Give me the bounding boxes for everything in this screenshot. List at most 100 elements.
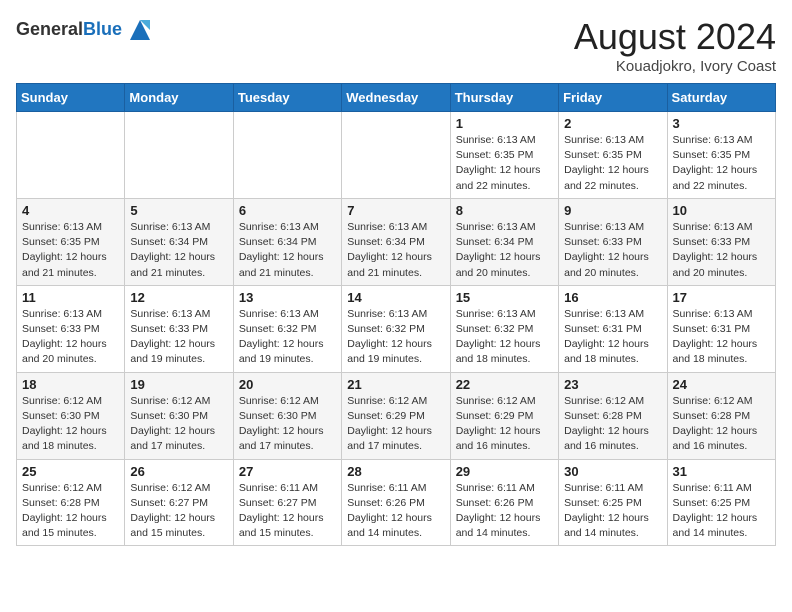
day-info: Sunrise: 6:13 AM Sunset: 6:32 PM Dayligh… — [347, 307, 444, 368]
day-number: 19 — [130, 377, 227, 392]
calendar-cell: 13 Sunrise: 6:13 AM Sunset: 6:32 PM Dayli… — [233, 285, 341, 372]
calendar-cell: 23 Sunrise: 6:12 AM Sunset: 6:28 PM Dayli… — [559, 372, 667, 459]
day-number: 17 — [673, 290, 770, 305]
calendar-table: SundayMondayTuesdayWednesdayThursdayFrid… — [16, 83, 776, 546]
calendar-week-row: 1 Sunrise: 6:13 AM Sunset: 6:35 PM Daylig… — [17, 112, 776, 199]
calendar-cell: 27 Sunrise: 6:11 AM Sunset: 6:27 PM Dayli… — [233, 459, 341, 546]
day-info: Sunrise: 6:13 AM Sunset: 6:34 PM Dayligh… — [456, 220, 553, 281]
calendar-cell: 12 Sunrise: 6:13 AM Sunset: 6:33 PM Dayli… — [125, 285, 233, 372]
day-number: 13 — [239, 290, 336, 305]
calendar-cell: 26Sunrise: 6:12 AM Sunset: 6:27 PM Dayli… — [125, 459, 233, 546]
day-number: 1 — [456, 116, 553, 131]
day-info: Sunrise: 6:13 AM Sunset: 6:33 PM Dayligh… — [130, 307, 227, 368]
calendar-cell: 3 Sunrise: 6:13 AM Sunset: 6:35 PM Daylig… — [667, 112, 775, 199]
day-number: 3 — [673, 116, 770, 131]
calendar-cell: 24Sunrise: 6:12 AM Sunset: 6:28 PM Dayli… — [667, 372, 775, 459]
day-info: Sunrise: 6:11 AM Sunset: 6:26 PM Dayligh… — [456, 481, 553, 542]
sub-title: Kouadjokro, Ivory Coast — [574, 58, 776, 75]
day-info: Sunrise: 6:13 AM Sunset: 6:35 PM Dayligh… — [673, 133, 770, 194]
calendar-cell: 15 Sunrise: 6:13 AM Sunset: 6:32 PM Dayli… — [450, 285, 558, 372]
day-info: Sunrise: 6:12 AM Sunset: 6:28 PM Dayligh… — [564, 394, 661, 455]
day-number: 27 — [239, 464, 336, 479]
logo-blue: Blue — [83, 19, 122, 39]
calendar-cell: 18Sunrise: 6:12 AM Sunset: 6:30 PM Dayli… — [17, 372, 125, 459]
day-number: 2 — [564, 116, 661, 131]
day-info: Sunrise: 6:13 AM Sunset: 6:32 PM Dayligh… — [239, 307, 336, 368]
day-number: 21 — [347, 377, 444, 392]
day-info: Sunrise: 6:13 AM Sunset: 6:31 PM Dayligh… — [564, 307, 661, 368]
calendar-cell: 11 Sunrise: 6:13 AM Sunset: 6:33 PM Dayli… — [17, 285, 125, 372]
calendar-cell: 20 Sunrise: 6:12 AM Sunset: 6:30 PM Dayli… — [233, 372, 341, 459]
day-info: Sunrise: 6:12 AM Sunset: 6:29 PM Dayligh… — [456, 394, 553, 455]
day-number: 9 — [564, 203, 661, 218]
calendar-cell: 8Sunrise: 6:13 AM Sunset: 6:34 PM Daylig… — [450, 198, 558, 285]
day-info: Sunrise: 6:11 AM Sunset: 6:25 PM Dayligh… — [673, 481, 770, 542]
day-number: 7 — [347, 203, 444, 218]
calendar-cell: 9Sunrise: 6:13 AM Sunset: 6:33 PM Daylig… — [559, 198, 667, 285]
day-info: Sunrise: 6:13 AM Sunset: 6:34 PM Dayligh… — [239, 220, 336, 281]
day-of-week-header: Wednesday — [342, 84, 450, 112]
calendar-cell: 7 Sunrise: 6:13 AM Sunset: 6:34 PM Daylig… — [342, 198, 450, 285]
day-number: 23 — [564, 377, 661, 392]
day-number: 12 — [130, 290, 227, 305]
calendar-cell: 14 Sunrise: 6:13 AM Sunset: 6:32 PM Dayli… — [342, 285, 450, 372]
day-number: 14 — [347, 290, 444, 305]
calendar-cell: 17 Sunrise: 6:13 AM Sunset: 6:31 PM Dayli… — [667, 285, 775, 372]
main-title: August 2024 — [574, 16, 776, 58]
logo: GeneralBlue — [16, 16, 154, 44]
title-block: August 2024 Kouadjokro, Ivory Coast — [574, 16, 776, 75]
day-info: Sunrise: 6:13 AM Sunset: 6:32 PM Dayligh… — [456, 307, 553, 368]
day-of-week-header: Saturday — [667, 84, 775, 112]
calendar-cell: 5 Sunrise: 6:13 AM Sunset: 6:34 PM Daylig… — [125, 198, 233, 285]
day-number: 20 — [239, 377, 336, 392]
day-info: Sunrise: 6:13 AM Sunset: 6:34 PM Dayligh… — [130, 220, 227, 281]
day-number: 4 — [22, 203, 119, 218]
calendar-cell: 25 Sunrise: 6:12 AM Sunset: 6:28 PM Dayli… — [17, 459, 125, 546]
calendar-cell: 30Sunrise: 6:11 AM Sunset: 6:25 PM Dayli… — [559, 459, 667, 546]
day-info: Sunrise: 6:12 AM Sunset: 6:28 PM Dayligh… — [22, 481, 119, 542]
day-of-week-header: Sunday — [17, 84, 125, 112]
calendar-cell: 1 Sunrise: 6:13 AM Sunset: 6:35 PM Daylig… — [450, 112, 558, 199]
day-number: 11 — [22, 290, 119, 305]
day-info: Sunrise: 6:13 AM Sunset: 6:34 PM Dayligh… — [347, 220, 444, 281]
day-info: Sunrise: 6:13 AM Sunset: 6:35 PM Dayligh… — [456, 133, 553, 194]
calendar-cell: 10Sunrise: 6:13 AM Sunset: 6:33 PM Dayli… — [667, 198, 775, 285]
day-number: 31 — [673, 464, 770, 479]
day-info: Sunrise: 6:12 AM Sunset: 6:28 PM Dayligh… — [673, 394, 770, 455]
day-number: 6 — [239, 203, 336, 218]
day-info: Sunrise: 6:11 AM Sunset: 6:27 PM Dayligh… — [239, 481, 336, 542]
day-of-week-header: Thursday — [450, 84, 558, 112]
calendar-week-row: 4 Sunrise: 6:13 AM Sunset: 6:35 PM Daylig… — [17, 198, 776, 285]
calendar-cell: 16 Sunrise: 6:13 AM Sunset: 6:31 PM Dayli… — [559, 285, 667, 372]
day-number: 28 — [347, 464, 444, 479]
calendar-week-row: 11 Sunrise: 6:13 AM Sunset: 6:33 PM Dayli… — [17, 285, 776, 372]
calendar-cell: 31 Sunrise: 6:11 AM Sunset: 6:25 PM Dayli… — [667, 459, 775, 546]
day-info: Sunrise: 6:11 AM Sunset: 6:26 PM Dayligh… — [347, 481, 444, 542]
day-info: Sunrise: 6:13 AM Sunset: 6:33 PM Dayligh… — [22, 307, 119, 368]
calendar-cell: 21Sunrise: 6:12 AM Sunset: 6:29 PM Dayli… — [342, 372, 450, 459]
calendar-cell: 22 Sunrise: 6:12 AM Sunset: 6:29 PM Dayli… — [450, 372, 558, 459]
calendar-header-row: SundayMondayTuesdayWednesdayThursdayFrid… — [17, 84, 776, 112]
calendar-cell: 28 Sunrise: 6:11 AM Sunset: 6:26 PM Dayli… — [342, 459, 450, 546]
day-number: 30 — [564, 464, 661, 479]
day-number: 15 — [456, 290, 553, 305]
day-number: 10 — [673, 203, 770, 218]
calendar-week-row: 25 Sunrise: 6:12 AM Sunset: 6:28 PM Dayli… — [17, 459, 776, 546]
calendar-cell: 6 Sunrise: 6:13 AM Sunset: 6:34 PM Daylig… — [233, 198, 341, 285]
calendar-cell — [17, 112, 125, 199]
day-info: Sunrise: 6:13 AM Sunset: 6:31 PM Dayligh… — [673, 307, 770, 368]
day-number: 25 — [22, 464, 119, 479]
calendar-cell: 4 Sunrise: 6:13 AM Sunset: 6:35 PM Daylig… — [17, 198, 125, 285]
calendar-cell — [342, 112, 450, 199]
calendar-cell: 29Sunrise: 6:11 AM Sunset: 6:26 PM Dayli… — [450, 459, 558, 546]
day-number: 22 — [456, 377, 553, 392]
day-info: Sunrise: 6:13 AM Sunset: 6:35 PM Dayligh… — [564, 133, 661, 194]
day-number: 5 — [130, 203, 227, 218]
calendar-cell — [125, 112, 233, 199]
day-info: Sunrise: 6:12 AM Sunset: 6:30 PM Dayligh… — [239, 394, 336, 455]
day-of-week-header: Friday — [559, 84, 667, 112]
logo-general: General — [16, 19, 83, 39]
calendar-week-row: 18Sunrise: 6:12 AM Sunset: 6:30 PM Dayli… — [17, 372, 776, 459]
day-number: 16 — [564, 290, 661, 305]
day-info: Sunrise: 6:13 AM Sunset: 6:35 PM Dayligh… — [22, 220, 119, 281]
